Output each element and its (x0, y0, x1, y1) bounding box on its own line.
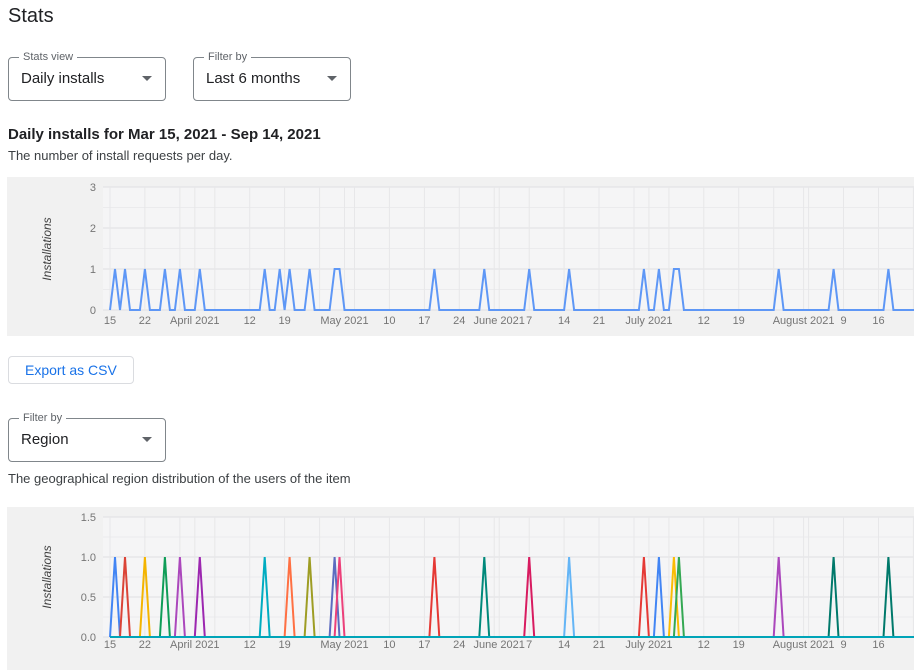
svg-text:9: 9 (840, 639, 846, 651)
svg-text:17: 17 (418, 315, 430, 327)
svg-text:0.5: 0.5 (81, 592, 96, 604)
svg-text:15: 15 (104, 315, 116, 327)
svg-text:July 2021: July 2021 (625, 639, 672, 651)
svg-text:24: 24 (453, 639, 465, 651)
svg-text:12: 12 (244, 315, 256, 327)
svg-text:April 2021: April 2021 (170, 315, 220, 327)
svg-text:2: 2 (90, 223, 96, 235)
svg-text:14: 14 (558, 639, 570, 651)
svg-text:16: 16 (872, 639, 884, 651)
svg-text:15: 15 (104, 639, 116, 651)
filter-by-region-label: Filter by (19, 412, 66, 424)
chevron-down-icon (327, 76, 337, 81)
svg-text:1.0: 1.0 (81, 552, 96, 564)
export-csv-button[interactable]: Export as CSV (8, 356, 134, 384)
region-description: The geographical region distribution of … (8, 471, 351, 486)
svg-text:22: 22 (139, 315, 151, 327)
svg-text:10: 10 (383, 639, 395, 651)
stats-view-select-label: Stats view (19, 51, 77, 63)
svg-text:14: 14 (558, 315, 570, 327)
svg-text:May 2021: May 2021 (320, 639, 368, 651)
svg-text:April 2021: April 2021 (170, 639, 220, 651)
stats-page: Stats Stats view Daily installs Filter b… (0, 0, 914, 670)
filter-by-range-label: Filter by (204, 51, 251, 63)
svg-text:1.5: 1.5 (81, 512, 96, 524)
filter-by-region-select[interactable]: Filter by Region (8, 418, 166, 462)
svg-text:19: 19 (278, 639, 290, 651)
svg-text:12: 12 (698, 315, 710, 327)
svg-text:June 2021: June 2021 (474, 315, 525, 327)
stats-view-select-value: Daily installs (21, 70, 104, 87)
svg-text:21: 21 (593, 639, 605, 651)
chevron-down-icon (142, 437, 152, 442)
svg-text:19: 19 (278, 315, 290, 327)
chevron-down-icon (142, 76, 152, 81)
filter-by-region-value: Region (21, 431, 69, 448)
page-title: Stats (8, 5, 54, 28)
svg-text:August 2021: August 2021 (773, 639, 835, 651)
svg-text:24: 24 (453, 315, 465, 327)
svg-text:17: 17 (418, 639, 430, 651)
svg-text:12: 12 (244, 639, 256, 651)
svg-text:9: 9 (840, 315, 846, 327)
filter-by-range-value: Last 6 months (206, 70, 300, 87)
daily-installs-chart: Installations 01231522April 20211219May … (7, 177, 914, 336)
svg-text:16: 16 (872, 315, 884, 327)
svg-text:19: 19 (733, 315, 745, 327)
daily-installs-description: The number of install requests per day. (8, 148, 233, 163)
filter-by-range-select[interactable]: Filter by Last 6 months (193, 57, 351, 101)
svg-text:0: 0 (90, 305, 96, 317)
daily-installs-heading: Daily installs for Mar 15, 2021 - Sep 14… (8, 126, 321, 143)
svg-text:21: 21 (593, 315, 605, 327)
svg-text:August 2021: August 2021 (773, 315, 835, 327)
svg-text:May 2021: May 2021 (320, 315, 368, 327)
svg-text:June 2021: June 2021 (474, 639, 525, 651)
svg-text:1: 1 (90, 264, 96, 276)
region-installs-chart: Installations 0.00.51.01.51522April 2021… (7, 507, 914, 670)
region-installs-line-chart: 0.0 0.5 1.0 1.5 15 22 April 2021 12 19 May 2021 10… (7, 507, 914, 670)
svg-text:0.0: 0.0 (81, 632, 96, 644)
svg-text:3: 3 (90, 182, 96, 194)
svg-text:19: 19 (733, 639, 745, 651)
stats-view-select[interactable]: Stats view Daily installs (8, 57, 166, 101)
daily-installs-line-chart: 01231522April 20211219May 2021101724June… (7, 177, 914, 336)
svg-text:7: 7 (526, 639, 532, 651)
svg-text:22: 22 (139, 639, 151, 651)
svg-text:12: 12 (698, 639, 710, 651)
svg-text:10: 10 (383, 315, 395, 327)
svg-text:7: 7 (526, 315, 532, 327)
svg-text:July 2021: July 2021 (625, 315, 672, 327)
